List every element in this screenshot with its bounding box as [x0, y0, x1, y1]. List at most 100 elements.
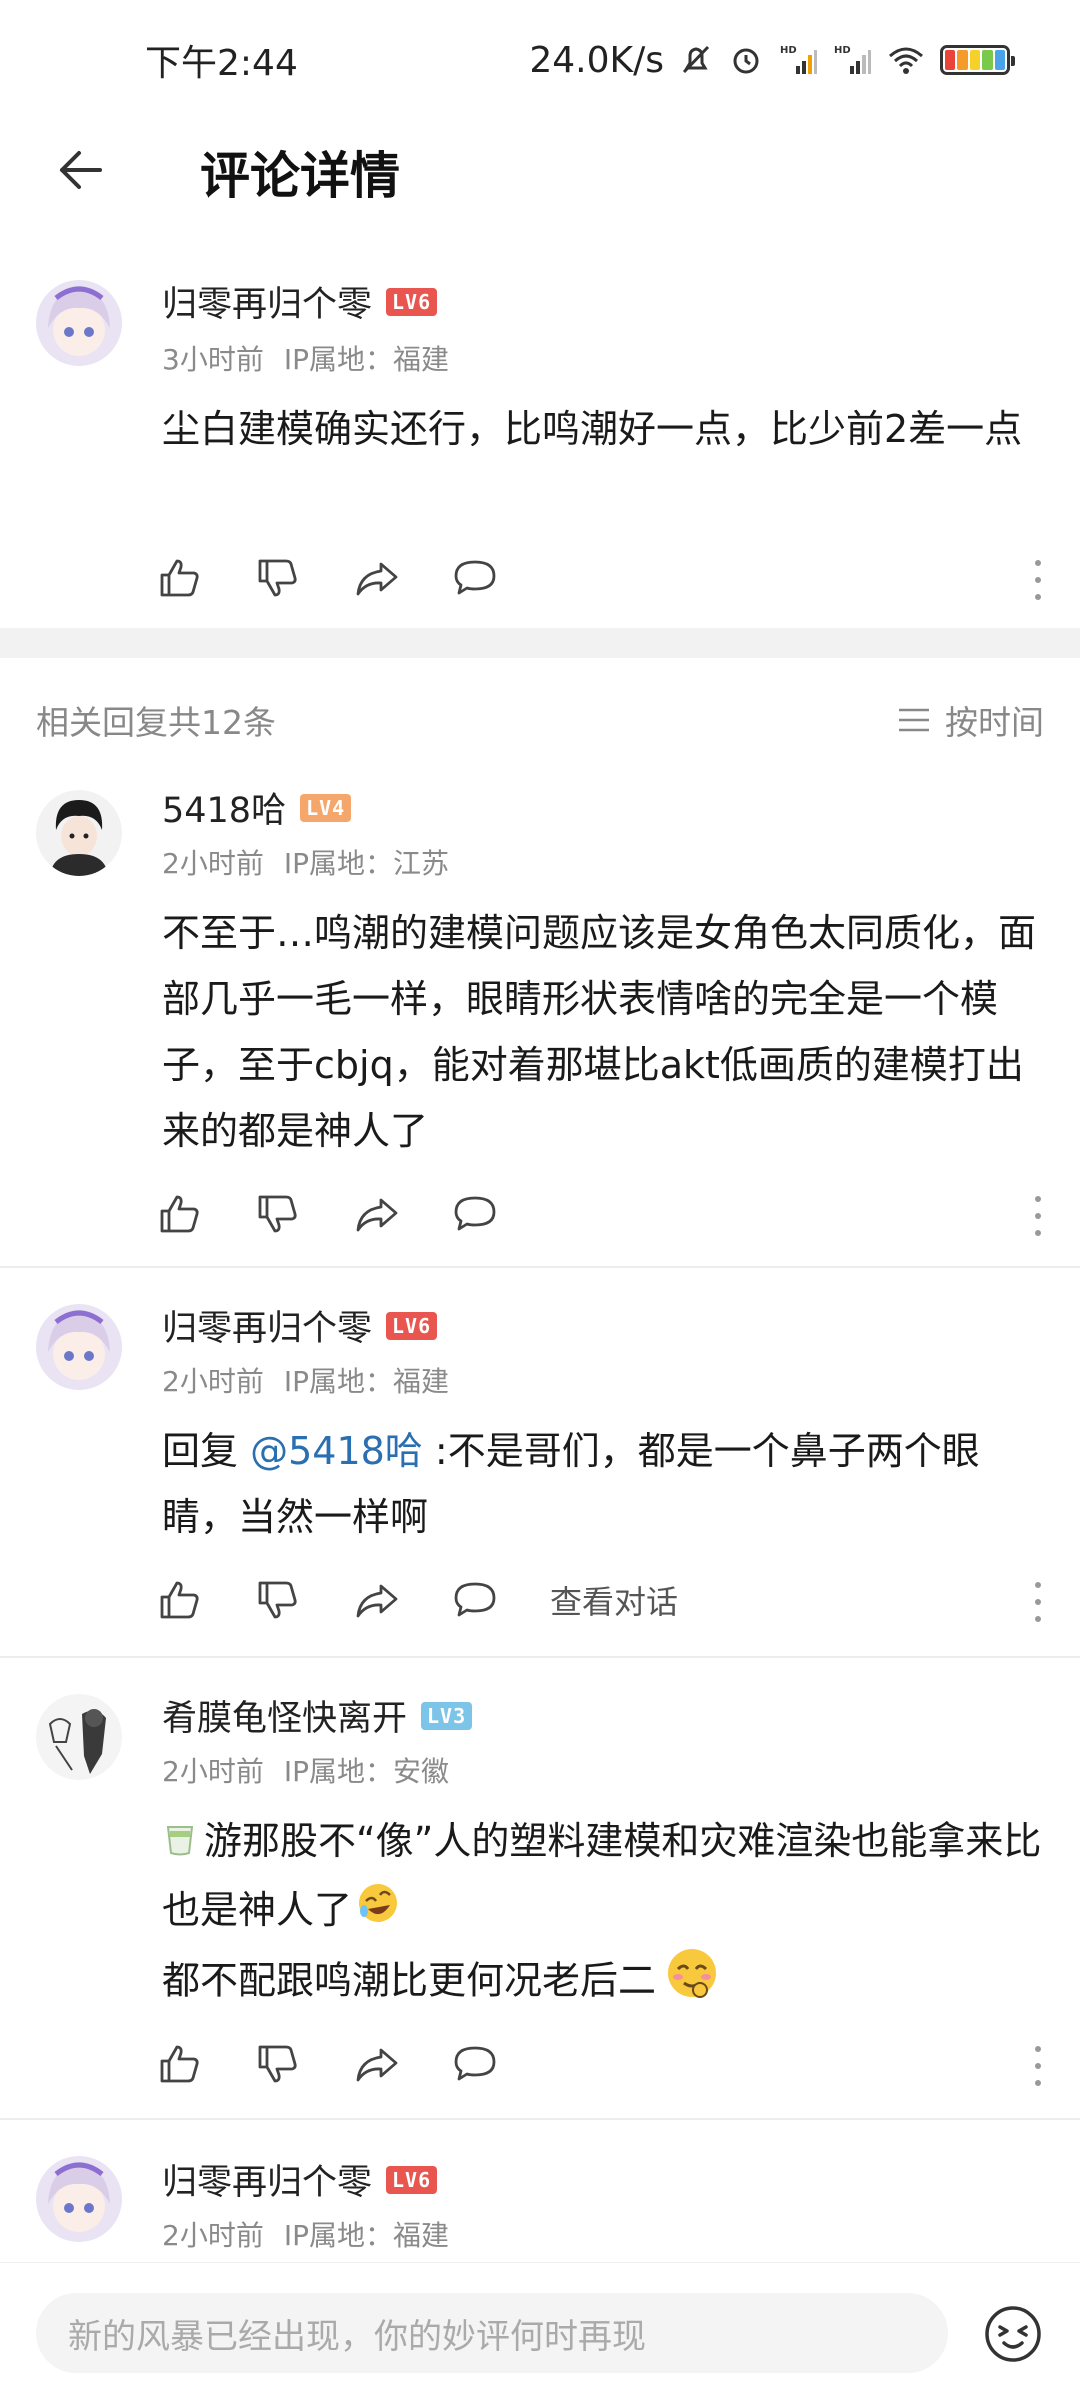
page-title: 评论详情 — [200, 147, 400, 205]
level-badge: LV4 — [300, 793, 352, 822]
network-speed: 24.0K/s — [529, 39, 664, 81]
user-mention-link[interactable]: @5418哈 — [250, 1429, 423, 1473]
reply-prefix: 回复 — [162, 1429, 251, 1473]
thumbs-up-icon — [160, 559, 199, 597]
share-button[interactable] — [354, 2034, 452, 2094]
comment-text: 回复 @5418哈 :不是哥们，都是一个鼻子两个眼睛，当然一样啊 — [162, 1418, 1052, 1550]
comment-meta: 3小时前 IP属地：福建 — [162, 338, 449, 378]
level-badge: LV6 — [386, 2165, 438, 2194]
level-badge: LV3 — [421, 1701, 473, 1730]
comment-meta: 2小时前 IP属地：福建 — [162, 2214, 449, 2254]
back-arrow-icon[interactable] — [50, 140, 110, 200]
comment-actions: 查看对话 — [158, 1570, 1048, 1630]
mute-bell-icon — [678, 42, 714, 78]
level-badge: LV6 — [386, 287, 438, 316]
drooling-emoji — [664, 1945, 720, 2021]
username-row: 5418哈 LV4 — [162, 782, 352, 833]
sort-toggle[interactable]: 按时间 — [897, 696, 1044, 744]
thumbs-down-icon — [258, 2045, 297, 2083]
share-button[interactable] — [354, 1570, 452, 1630]
comment-time: 2小时前 — [162, 2219, 264, 2252]
thumbs-up-icon — [160, 1581, 199, 1619]
comment-bubble-icon — [454, 1582, 496, 1617]
comment-text: 尘白建模确实还行，比鸣潮好一点，比少前2差一点 — [162, 407, 1023, 451]
alarm-icon — [728, 42, 764, 78]
main-comment: 归零再归个零 LV6 3小时前 IP属地：福建 尘白建模确实还行，比鸣潮好一点，比… — [0, 270, 1080, 628]
reply-button[interactable] — [452, 2034, 550, 2094]
comment-bubble-icon — [454, 1196, 496, 1231]
avatar[interactable] — [36, 280, 122, 366]
avatar[interactable] — [36, 1694, 122, 1780]
comment-line-2-text: 都不配跟鸣潮比更何况老后二 — [162, 1958, 657, 2003]
wifi-icon — [886, 42, 926, 78]
view-conversation-link[interactable]: 查看对话 — [550, 1577, 678, 1623]
username-row: 肴膜龟怪快离开 LV3 — [162, 1690, 473, 1741]
replies-header: 相关回复共12条 按时间 — [0, 690, 1080, 750]
reply-button[interactable] — [452, 1184, 550, 1244]
comment-meta: 2小时前 IP属地：福建 — [162, 1360, 449, 1400]
section-divider — [0, 628, 1080, 658]
status-icons: 24.0K/s HD HD — [529, 39, 1015, 81]
like-button[interactable] — [158, 2034, 256, 2094]
username[interactable]: 归零再归个零 — [162, 276, 372, 327]
reply-button[interactable] — [452, 548, 550, 608]
comment-time: 2小时前 — [162, 1365, 264, 1398]
sort-label: 按时间 — [945, 703, 1044, 742]
thumbs-up-icon — [160, 2045, 199, 2083]
svg-text:HD: HD — [780, 45, 797, 56]
share-icon — [356, 1198, 398, 1232]
more-options-icon[interactable] — [1028, 1582, 1048, 1622]
comment-input-bar: 新的风暴已经出现，你的妙评何时再现 — [0, 2262, 1080, 2400]
username[interactable]: 5418哈 — [162, 782, 286, 833]
comment-meta: 2小时前 IP属地：安徽 — [162, 1750, 449, 1790]
share-button[interactable] — [354, 548, 452, 608]
avatar[interactable] — [36, 2156, 122, 2242]
sort-lines-icon — [899, 708, 929, 732]
username-row: 归零再归个零 LV6 — [162, 276, 438, 327]
username[interactable]: 肴膜龟怪快离开 — [162, 1690, 407, 1741]
level-badge: LV6 — [386, 1311, 438, 1340]
like-button[interactable] — [158, 1184, 256, 1244]
like-button[interactable] — [158, 1570, 256, 1630]
avatar[interactable] — [36, 790, 122, 876]
more-options-icon[interactable] — [1028, 1196, 1048, 1236]
username-row: 归零再归个零 LV6 — [162, 2154, 438, 2205]
tea-emoji — [162, 1811, 198, 1877]
dislike-button[interactable] — [256, 2034, 354, 2094]
avatar[interactable] — [36, 1304, 122, 1390]
comment-text: 游那股不“像”人的塑料建模和灾难渲染也能拿来比也是神人了 都不配跟鸣潮比更何况老… — [162, 1808, 1052, 2021]
thumbs-down-icon — [258, 559, 297, 597]
reply-button[interactable] — [452, 1570, 550, 1630]
rofl-emoji — [356, 1879, 400, 1945]
svg-text:HD: HD — [834, 45, 851, 56]
reply-item: 归零再归个零 LV6 2小时前 IP属地：福建 — [0, 2120, 1080, 2262]
emoji-face-icon[interactable] — [982, 2303, 1044, 2365]
share-icon — [356, 1584, 398, 1618]
comment-time: 2小时前 — [162, 1755, 264, 1788]
dislike-button[interactable] — [256, 548, 354, 608]
username[interactable]: 归零再归个零 — [162, 1300, 372, 1351]
share-icon — [356, 2048, 398, 2082]
comment-actions — [158, 2034, 1048, 2094]
thumbs-down-icon — [258, 1581, 297, 1619]
more-options-icon[interactable] — [1028, 2046, 1048, 2086]
share-button[interactable] — [354, 1184, 452, 1244]
more-options-icon[interactable] — [1028, 560, 1048, 600]
thumbs-down-icon — [258, 1195, 297, 1233]
hd-signal-icon: HD — [832, 42, 872, 78]
dislike-button[interactable] — [256, 1184, 354, 1244]
reply-item: 归零再归个零 LV6 2小时前 IP属地：福建 回复 @5418哈 :不是哥们，都… — [0, 1268, 1080, 1656]
comment-meta: 2小时前 IP属地：江苏 — [162, 842, 449, 882]
ip-location: IP属地：福建 — [283, 2219, 449, 2252]
comment-line-1-text: 游那股不“像”人的塑料建模和灾难渲染也能拿来比也是神人了 — [162, 1819, 1042, 1932]
like-button[interactable] — [158, 548, 256, 608]
dislike-button[interactable] — [256, 1570, 354, 1630]
share-icon — [356, 562, 398, 596]
comment-time: 3小时前 — [162, 343, 264, 376]
username[interactable]: 归零再归个零 — [162, 2154, 372, 2205]
status-bar: 下午2:44 24.0K/s HD HD — [0, 0, 1080, 120]
comment-actions — [158, 1184, 1048, 1244]
page-header: 评论详情 — [0, 120, 1080, 220]
comment-input[interactable]: 新的风暴已经出现，你的妙评何时再现 — [36, 2293, 948, 2373]
reply-item: 5418哈 LV4 2小时前 IP属地：江苏 不至于…鸣潮的建模问题应该是女角色太… — [0, 772, 1080, 1264]
